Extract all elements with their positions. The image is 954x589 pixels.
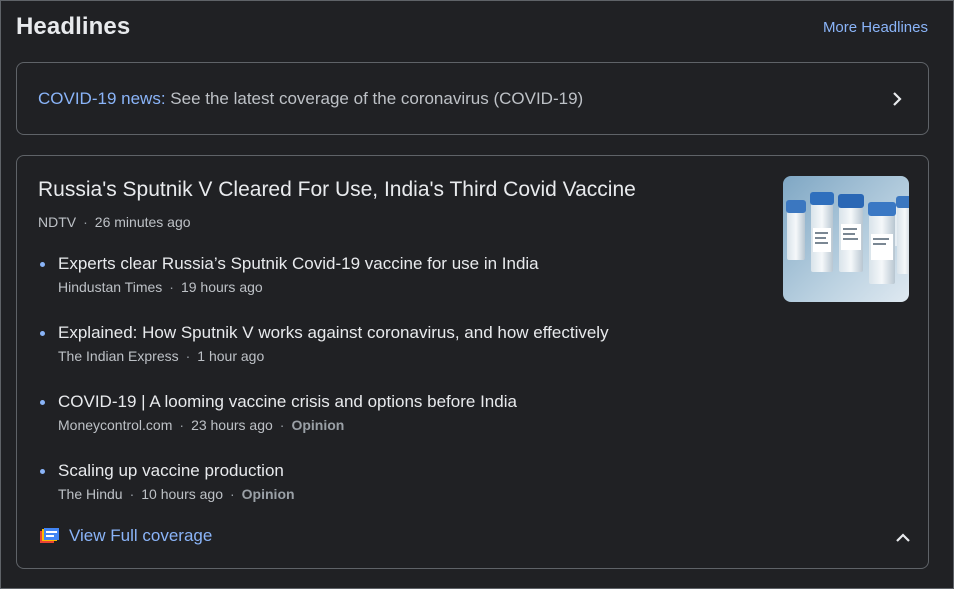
source-name: Hindustan Times	[58, 279, 163, 295]
meta-separator: ·	[83, 214, 88, 230]
list-item: Scaling up vaccine production The Hindu …	[38, 459, 738, 528]
related-article-title[interactable]: Scaling up vaccine production	[58, 459, 738, 483]
source-name: Moneycontrol.com	[58, 417, 173, 433]
meta-separator: ·	[279, 417, 285, 433]
publish-time: 1 hour ago	[197, 348, 265, 364]
meta-separator: ·	[129, 486, 135, 502]
covid-banner-text: COVID-19 news: See the latest coverage o…	[38, 89, 887, 109]
publish-time: 10 hours ago	[141, 486, 223, 502]
related-article-meta: The Hindu · 10 hours ago · Opinion	[58, 486, 738, 502]
related-article-meta: The Indian Express · 1 hour ago	[58, 348, 738, 364]
full-coverage-icon	[40, 528, 59, 544]
bullet-icon	[40, 400, 45, 405]
vaccine-vials-image	[783, 176, 909, 302]
view-full-coverage-link[interactable]: View Full coverage	[40, 526, 212, 546]
main-article-meta: NDTV · 26 minutes ago	[38, 214, 191, 230]
opinion-tag: Opinion	[241, 486, 295, 502]
publish-time: 19 hours ago	[180, 279, 263, 295]
headlines-header: Headlines More Headlines	[16, 11, 928, 43]
meta-separator: ·	[169, 279, 174, 295]
more-headlines-link[interactable]: More Headlines	[823, 19, 928, 36]
bullet-icon	[40, 331, 45, 336]
meta-separator: ·	[185, 348, 191, 364]
main-headline[interactable]: Russia's Sputnik V Cleared For Use, Indi…	[38, 178, 636, 202]
publish-time: 26 minutes ago	[94, 214, 191, 230]
list-item: Explained: How Sputnik V works against c…	[38, 321, 738, 390]
story-card: Russia's Sputnik V Cleared For Use, Indi…	[16, 155, 929, 569]
covid-banner-description: See the latest coverage of the coronavir…	[165, 88, 584, 108]
view-full-coverage-label: View Full coverage	[69, 526, 213, 545]
bullet-icon	[40, 262, 45, 267]
related-article-meta: Hindustan Times · 19 hours ago	[58, 279, 738, 295]
meta-separator: ·	[230, 486, 235, 502]
covid-banner-label: COVID-19 news:	[38, 88, 166, 108]
related-article-title[interactable]: Explained: How Sputnik V works against c…	[58, 321, 738, 345]
meta-separator: ·	[179, 417, 185, 433]
source-name: The Indian Express	[58, 348, 179, 364]
story-thumbnail[interactable]	[783, 176, 909, 302]
source-name: The Hindu	[58, 486, 123, 502]
list-item: COVID-19 | A looming vaccine crisis and …	[38, 390, 738, 459]
related-article-meta: Moneycontrol.com · 23 hours ago · Opinio…	[58, 417, 738, 433]
list-item: Experts clear Russia’s Sputnik Covid-19 …	[38, 252, 738, 321]
chevron-right-icon	[887, 89, 907, 109]
chevron-up-icon[interactable]	[892, 527, 914, 549]
source-name: NDTV	[38, 214, 77, 230]
related-articles-list: Experts clear Russia’s Sputnik Covid-19 …	[38, 252, 738, 528]
related-article-title[interactable]: Experts clear Russia’s Sputnik Covid-19 …	[58, 252, 738, 276]
covid-news-banner[interactable]: COVID-19 news: See the latest coverage o…	[16, 62, 929, 135]
related-article-title[interactable]: COVID-19 | A looming vaccine crisis and …	[58, 390, 738, 414]
publish-time: 23 hours ago	[191, 417, 273, 433]
page-title: Headlines	[16, 13, 131, 40]
bullet-icon	[40, 469, 45, 474]
opinion-tag: Opinion	[291, 417, 345, 433]
